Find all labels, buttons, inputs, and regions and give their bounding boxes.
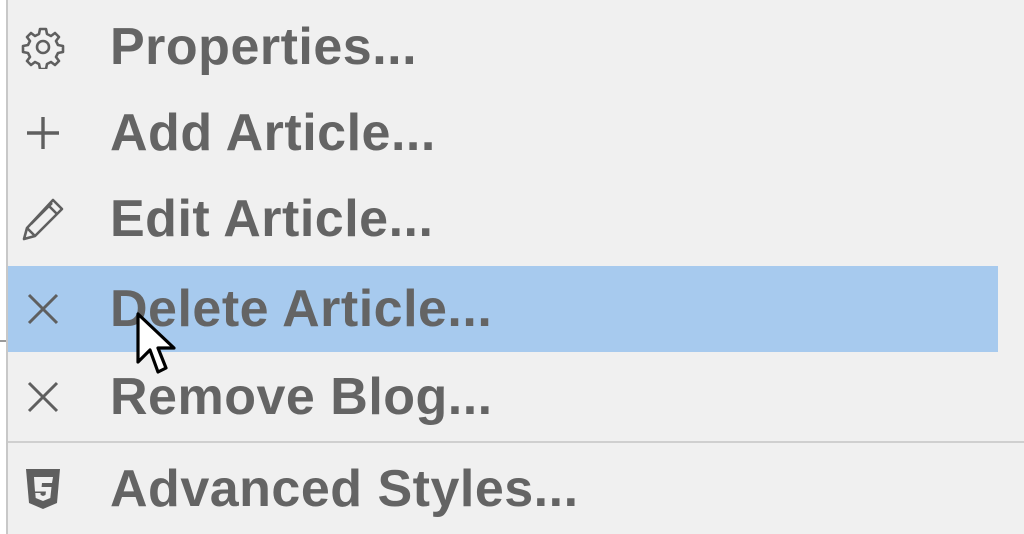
menu-item-label: Add Article... bbox=[110, 104, 436, 162]
gear-icon bbox=[18, 22, 68, 72]
menu-item-label: Properties... bbox=[110, 18, 418, 76]
close-icon bbox=[18, 372, 68, 422]
css3-icon bbox=[18, 464, 68, 514]
menu-item-properties[interactable]: Properties... bbox=[8, 4, 998, 90]
close-icon bbox=[18, 284, 68, 334]
menu-item-advanced-styles[interactable]: Advanced Styles... bbox=[8, 446, 998, 532]
context-menu: Properties... Add Article... Edit Articl… bbox=[6, 0, 1024, 534]
menu-separator bbox=[8, 441, 1024, 443]
menu-item-label: Advanced Styles... bbox=[110, 460, 579, 518]
menu-item-edit-article[interactable]: Edit Article... bbox=[8, 176, 998, 262]
mouse-cursor-icon bbox=[136, 312, 176, 374]
plus-icon bbox=[18, 108, 68, 158]
menu-item-add-article[interactable]: Add Article... bbox=[8, 90, 998, 176]
menu-item-label: Edit Article... bbox=[110, 190, 434, 248]
pencil-icon bbox=[18, 194, 68, 244]
